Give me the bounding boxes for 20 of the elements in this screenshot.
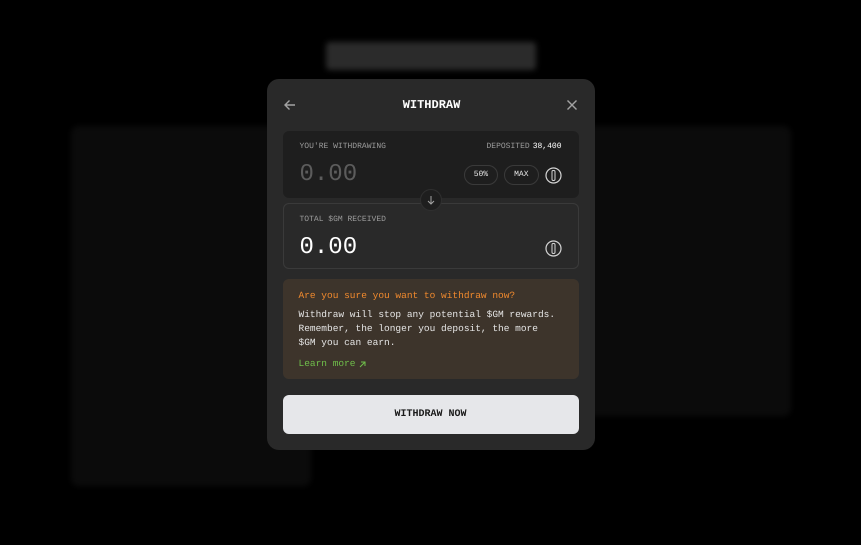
deposited-value: 38,400 [532, 141, 562, 153]
deposited-label: DEPOSITED [486, 141, 530, 153]
dialog-title: WITHDRAW [402, 97, 460, 114]
token-icon [544, 166, 562, 184]
back-arrow-icon [282, 98, 296, 112]
received-value: 0.00 [300, 233, 358, 263]
back-button[interactable] [282, 98, 296, 112]
quick-amount-button[interactable]: MAX [504, 165, 538, 185]
warning-title: Are you sure you want to withdraw now? [298, 289, 516, 303]
withdraw-now-button[interactable]: WITHDRAW NOW [282, 395, 578, 434]
close-button[interactable] [566, 99, 578, 111]
external-arrow-icon [358, 360, 366, 368]
field-label: YOU'RE WITHDRAWING [300, 141, 386, 153]
close-icon [566, 99, 578, 111]
token-icon [544, 240, 562, 256]
quick-amount-button[interactable]: 50% [464, 165, 498, 185]
field-label: TOTAL $GM RECEIVED [300, 214, 387, 226]
amount-input[interactable]: 0.00 [300, 157, 420, 193]
learn-more-link[interactable]: Learn more [298, 357, 366, 372]
warning-text: Withdraw will stop any potential $GM rewards. Remember, the longer you deposit, the more $GM you can earn. [298, 308, 556, 350]
